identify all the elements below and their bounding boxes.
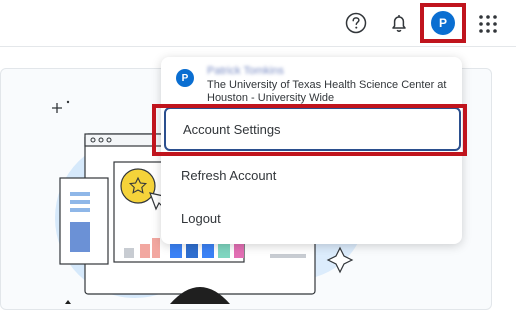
menu-item-label: Logout: [181, 210, 221, 226]
annotation-highlight: [152, 104, 467, 156]
user-avatar-button[interactable]: P: [420, 3, 466, 43]
header-divider: [0, 46, 516, 47]
apps-grid-icon[interactable]: [475, 11, 501, 37]
menu-avatar: P: [176, 69, 194, 87]
user-name: Patrick Tomkins: [207, 65, 284, 77]
avatar: P: [431, 11, 455, 35]
user-info: P Patrick Tomkins The University of Texa…: [161, 57, 462, 104]
help-icon[interactable]: [343, 10, 369, 36]
user-organization: The University of Texas Health Science C…: [207, 79, 447, 104]
shell-header: P: [0, 0, 516, 46]
menu-item-label: Refresh Account: [181, 167, 277, 183]
menu-item-logout[interactable]: Logout: [161, 197, 462, 239]
bell-icon[interactable]: [386, 10, 412, 36]
menu-item-refresh-account[interactable]: Refresh Account: [161, 154, 462, 196]
